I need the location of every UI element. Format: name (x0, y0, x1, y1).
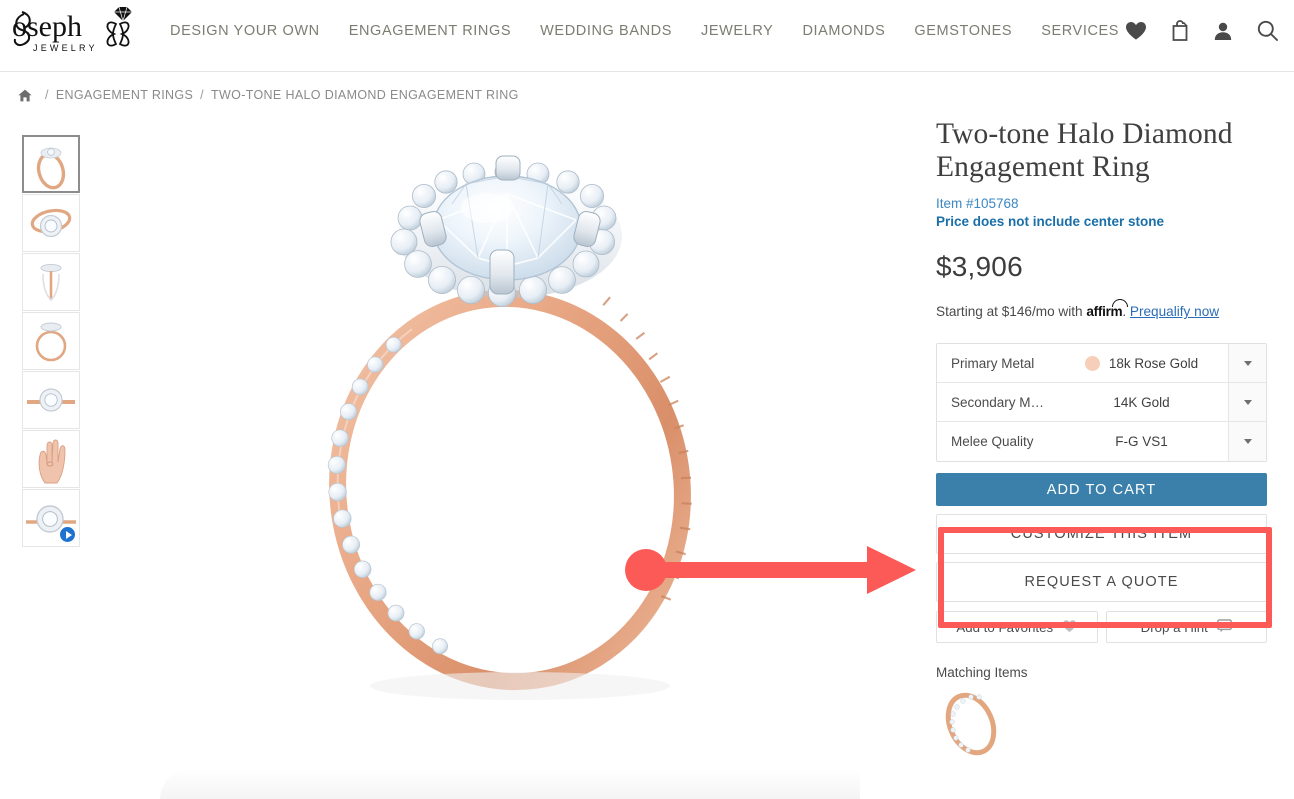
affirm-financing: Starting at $146/mo with affirm. Prequal… (936, 299, 1241, 321)
thumbnail-5[interactable] (22, 430, 80, 488)
thumbnail-2[interactable] (22, 253, 80, 311)
site-header: oseph JEWELRY DESIGN YOUR OWN ENGAGEMENT… (0, 0, 1294, 72)
breadcrumb-item-engagement-rings[interactable]: ENGAGEMENT RINGS (56, 88, 193, 102)
search-icon[interactable] (1257, 20, 1278, 41)
matching-items-list (936, 686, 1276, 758)
heart-outline-icon (1062, 619, 1077, 636)
secondary-metal-value: 14K Gold (1113, 394, 1170, 410)
play-icon[interactable] (59, 526, 76, 543)
main-product-image[interactable] (100, 110, 920, 750)
chevron-down-icon-2[interactable] (1228, 383, 1266, 421)
primary-metal-value: 18k Rose Gold (1108, 355, 1199, 371)
matching-item-0[interactable] (936, 686, 1018, 758)
dropdown-melee-quality[interactable]: Melee Quality F-G VS1 (937, 422, 1266, 461)
secondary-metal-label: Secondary M… (951, 394, 1045, 410)
breadcrumb-item-current: TWO-TONE HALO DIAMOND ENGAGEMENT RING (211, 88, 519, 102)
site-logo[interactable]: oseph JEWELRY (10, 6, 150, 64)
affirm-prefix: Starting at $146/mo with (936, 304, 1087, 319)
customize-this-item-button[interactable]: CUSTOMIZE THIS ITEM (936, 514, 1267, 554)
price-disclaimer: Price does not include center stone (936, 214, 1165, 229)
thumbnail-gallery (22, 135, 80, 548)
thumbnail-3[interactable] (22, 312, 80, 370)
chevron-down-icon-1[interactable] (1228, 344, 1266, 382)
melee-quality-value: F-G VS1 (1115, 434, 1168, 449)
svg-text:JEWELRY: JEWELRY (33, 43, 98, 53)
add-to-favorites-button[interactable]: Add to Favorites (936, 611, 1098, 643)
add-to-favorites-label: Add to Favorites (956, 619, 1054, 635)
page-title: Two-tone Halo Diamond Engagement Ring (936, 118, 1233, 183)
nav-jewelry[interactable]: JEWELRY (701, 23, 773, 39)
add-to-cart-button[interactable]: ADD TO CART (936, 473, 1267, 506)
main-navigation: DESIGN YOUR OWN ENGAGEMENT RINGS WEDDING… (170, 23, 1148, 39)
thumbnail-4[interactable] (22, 371, 80, 429)
primary-metal-label: Primary Metal (951, 355, 1035, 371)
cta-button-group: ADD TO CART CUSTOMIZE THIS ITEM REQUEST … (936, 473, 1267, 643)
request-a-quote-button[interactable]: REQUEST A QUOTE (936, 562, 1267, 602)
primary-metal-value-wrap: 18k Rose Gold (1055, 355, 1228, 371)
header-icon-group (1125, 20, 1278, 41)
account-icon[interactable] (1213, 21, 1233, 41)
product-price: $3,906 (936, 251, 1023, 282)
melee-quality-label: Melee Quality (951, 434, 1034, 449)
thumbnail-0[interactable] (22, 135, 80, 193)
metal-swatch-icon (1084, 355, 1100, 371)
breadcrumb-separator-1: / (45, 88, 49, 102)
dropdown-secondary-metal[interactable]: Secondary M… 14K Gold (937, 383, 1266, 422)
breadcrumb: / ENGAGEMENT RINGS / TWO-TONE HALO DIAMO… (18, 88, 519, 102)
nav-engagement-rings[interactable]: ENGAGEMENT RINGS (349, 23, 511, 39)
chat-bubble-icon (1216, 618, 1232, 636)
heart-icon[interactable] (1125, 21, 1147, 41)
breadcrumb-separator-2: / (200, 88, 204, 102)
chevron-down-icon-3[interactable] (1228, 422, 1266, 461)
matching-items-label: Matching Items (936, 665, 1028, 680)
image-reflection-band (160, 770, 860, 799)
dropdown-primary-metal[interactable]: Primary Metal 18k Rose Gold (937, 344, 1266, 383)
drop-a-hint-label: Drop a Hint (1140, 619, 1208, 635)
product-details-panel: Two-tone Halo Diamond Engagement Ring It… (936, 118, 1276, 758)
affirm-logo: affirm (1086, 299, 1129, 319)
thumbnail-6-video[interactable] (22, 489, 80, 547)
nav-services[interactable]: SERVICES (1041, 23, 1119, 39)
drop-a-hint-button[interactable]: Drop a Hint (1105, 611, 1267, 643)
home-icon[interactable] (18, 89, 32, 102)
prequalify-link[interactable]: Prequalify now (1130, 304, 1219, 319)
bag-icon[interactable] (1171, 20, 1189, 41)
product-page: oseph JEWELRY DESIGN YOUR OWN ENGAGEMENT… (0, 0, 1294, 799)
thumbnail-1[interactable] (22, 194, 80, 252)
secondary-action-row: Add to Favorites Drop a Hint (936, 611, 1267, 643)
item-number: Item #105768 (936, 196, 1019, 211)
nav-gemstones[interactable]: GEMSTONES (914, 23, 1012, 39)
product-options: Primary Metal 18k Rose Gold Secondary M…… (936, 343, 1267, 462)
nav-diamonds[interactable]: DIAMONDS (802, 23, 885, 39)
nav-design-your-own[interactable]: DESIGN YOUR OWN (170, 23, 320, 39)
nav-wedding-bands[interactable]: WEDDING BANDS (540, 23, 672, 39)
